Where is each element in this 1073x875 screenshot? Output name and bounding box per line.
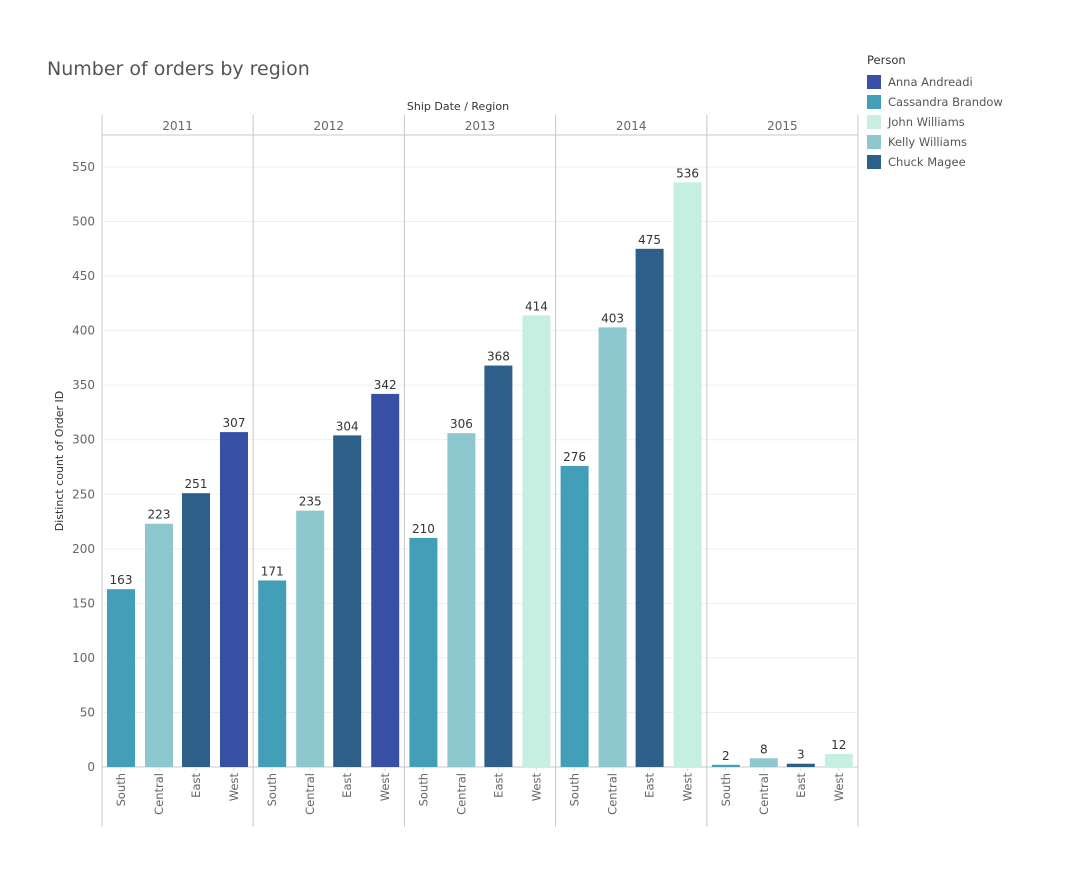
data-label: 235 (299, 495, 322, 509)
legend-item-john-williams[interactable]: John Williams (867, 112, 1003, 132)
data-label: 3 (797, 748, 805, 762)
bar-2012-east (333, 435, 362, 767)
x-tick-label: South (114, 773, 128, 806)
x-tick-label: Central (606, 773, 620, 815)
data-label: 276 (563, 450, 586, 464)
legend-label: Anna Andreadi (888, 75, 973, 89)
legend-label: John Williams (888, 115, 965, 129)
x-tick-label: Central (303, 773, 317, 815)
legend-item-cassandra-brandow[interactable]: Cassandra Brandow (867, 92, 1003, 112)
bar-2012-central (296, 510, 325, 767)
y-tick-label: 200 (72, 542, 95, 556)
x-tick-label: East (491, 773, 505, 798)
bar-2014-west (673, 182, 702, 768)
data-label: 403 (601, 311, 624, 325)
y-tick-label: 400 (72, 324, 95, 338)
legend-item-kelly-williams[interactable]: Kelly Williams (867, 132, 1003, 152)
column-header-label: Ship Date / Region (407, 100, 509, 113)
data-label: 223 (148, 508, 171, 522)
bar-2012-west (371, 393, 400, 767)
x-tick-label: West (832, 773, 846, 802)
y-tick-label: 50 (80, 705, 95, 719)
bar-2013-west (522, 315, 551, 767)
data-label: 307 (223, 416, 246, 430)
bar-2012-south (258, 580, 287, 767)
x-tick-label: West (529, 773, 543, 802)
legend-item-chuck-magee[interactable]: Chuck Magee (867, 152, 1003, 172)
x-tick-label: Central (454, 773, 468, 815)
bar-2015-south (711, 764, 740, 767)
year-header-2012: 2012 (314, 119, 345, 133)
y-tick-label: 450 (72, 269, 95, 283)
legend: Person Anna Andreadi Cassandra Brandow J… (867, 53, 1003, 172)
bar-2013-east (484, 365, 513, 767)
legend-swatch (867, 135, 881, 149)
x-tick-label: South (416, 773, 430, 806)
data-label: 475 (638, 233, 661, 247)
y-tick-label: 100 (72, 651, 95, 665)
y-tick-label: 550 (72, 160, 95, 174)
data-label: 414 (525, 299, 548, 313)
legend-label: Kelly Williams (888, 135, 968, 149)
data-label: 342 (374, 378, 397, 392)
data-label: 12 (831, 738, 846, 752)
x-tick-label: West (378, 773, 392, 802)
bar-2015-east (786, 763, 815, 767)
year-header-2015: 2015 (767, 119, 798, 133)
bar-2013-south (409, 537, 438, 767)
legend-label: Cassandra Brandow (888, 95, 1003, 109)
year-header-2013: 2013 (465, 119, 496, 133)
x-tick-label: South (719, 773, 733, 806)
data-label: 306 (450, 417, 473, 431)
y-tick-label: 350 (72, 378, 95, 392)
bar-2011-central (145, 523, 173, 767)
x-tick-label: South (568, 773, 582, 806)
legend-swatch (867, 115, 881, 129)
legend-swatch (867, 75, 881, 89)
x-tick-label: East (643, 773, 657, 798)
bar-2014-east (635, 248, 664, 767)
y-tick-label: 250 (72, 487, 95, 501)
bar-2014-south (560, 465, 589, 767)
year-header-2011: 2011 (162, 119, 193, 133)
data-label: 8 (760, 742, 768, 756)
x-tick-label: Central (757, 773, 771, 815)
data-label: 171 (261, 564, 284, 578)
bar-chart: 0 50 100 150 200 250 300 350 400 450 500 550 Distinc… (53, 100, 859, 827)
y-tick-label: 150 (72, 596, 95, 610)
bar-2013-central (447, 433, 476, 767)
data-label: 304 (336, 419, 359, 433)
x-tick-label: East (794, 773, 808, 798)
year-header-2014: 2014 (616, 119, 647, 133)
data-label: 210 (412, 522, 435, 536)
data-label: 251 (185, 477, 208, 491)
data-label: 536 (676, 166, 699, 180)
data-label: 2 (722, 749, 730, 763)
legend-swatch (867, 95, 881, 109)
y-tick-label: 500 (72, 215, 95, 229)
x-tick-label: East (189, 773, 203, 798)
bar-2014-central (598, 327, 627, 767)
legend-label: Chuck Magee (888, 155, 966, 169)
y-tick-label: 300 (72, 433, 95, 447)
x-tick-label: West (227, 773, 241, 802)
bar-2011-south (107, 589, 135, 767)
y-axis-label: Distinct count of Order ID (53, 391, 66, 532)
legend-item-anna-andreadi[interactable]: Anna Andreadi (867, 72, 1003, 92)
bar-2015-west (824, 753, 853, 767)
x-tick-label: West (681, 773, 695, 802)
data-label: 368 (487, 350, 510, 364)
bar-2015-central (749, 758, 778, 767)
legend-title: Person (867, 53, 906, 67)
x-tick-label: East (340, 773, 354, 798)
x-tick-label: Central (152, 773, 166, 815)
data-label: 163 (110, 573, 133, 587)
y-tick-label: 0 (87, 760, 95, 774)
x-tick-label: South (265, 773, 279, 806)
legend-swatch (867, 155, 881, 169)
bar-2011-east (182, 493, 210, 767)
bar-2011-west (220, 432, 248, 767)
